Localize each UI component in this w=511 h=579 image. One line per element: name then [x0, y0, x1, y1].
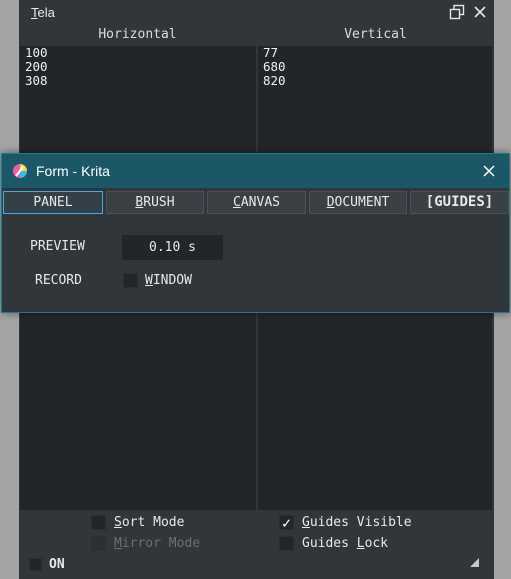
- close-docker-icon[interactable]: [472, 4, 488, 20]
- docker-title: Tela: [31, 5, 55, 20]
- mirror-mode-label: Mirror Mode: [114, 536, 201, 551]
- on-toggle-label: ON: [49, 557, 65, 572]
- check-icon: ✓: [281, 514, 292, 532]
- resize-grip[interactable]: [470, 558, 479, 567]
- record-window-checkbox[interactable]: [123, 273, 138, 288]
- preview-value-field[interactable]: 0.10 s: [122, 235, 223, 260]
- sort-mode-label: Sort Mode: [114, 515, 185, 530]
- record-window-label: WINDOW: [145, 273, 192, 288]
- tab-document[interactable]: DOCUMENT: [309, 191, 407, 214]
- krita-logo-icon: [13, 164, 27, 178]
- list-item[interactable]: 308: [20, 74, 256, 88]
- guides-visible-checkbox[interactable]: ✓: [279, 514, 294, 532]
- float-docker-icon[interactable]: [449, 4, 465, 20]
- mirror-mode-checkbox[interactable]: [91, 536, 106, 551]
- tab-guides[interactable]: [GUIDES]: [410, 191, 509, 214]
- column-header-horizontal[interactable]: Horizontal: [19, 26, 256, 46]
- guides-lock-checkbox[interactable]: [279, 536, 294, 551]
- guides-visible-label: Guides Visible: [302, 515, 412, 530]
- close-dialog-icon[interactable]: [481, 163, 497, 179]
- docker-titlebar[interactable]: Tela: [19, 0, 494, 26]
- sort-mode-checkbox[interactable]: [91, 515, 106, 530]
- list-item[interactable]: 200: [20, 60, 256, 74]
- tab-canvas[interactable]: CANVAS: [207, 191, 306, 214]
- guides-lock-label: Guides Lock: [302, 536, 389, 551]
- list-item[interactable]: 680: [258, 60, 492, 74]
- list-item[interactable]: 820: [258, 74, 492, 88]
- form-krita-dialog: Form - Krita PANEL BRUSH CANVAS DOCUMENT…: [1, 153, 510, 313]
- tab-brush[interactable]: BRUSH: [106, 191, 204, 214]
- dialog-titlebar[interactable]: Form - Krita: [2, 154, 509, 188]
- list-item[interactable]: 77: [258, 46, 492, 60]
- docker-options: Sort Mode Mirror Mode ✓ Guides Visible G…: [19, 510, 494, 579]
- record-label: RECORD: [35, 273, 82, 288]
- dialog-title: Form - Krita: [36, 163, 110, 179]
- preview-label: PREVIEW: [30, 239, 85, 254]
- column-header-vertical[interactable]: Vertical: [257, 26, 494, 46]
- tab-panel[interactable]: PANEL: [3, 191, 103, 214]
- on-toggle-checkbox[interactable]: [29, 558, 42, 571]
- list-item[interactable]: 100: [20, 46, 256, 60]
